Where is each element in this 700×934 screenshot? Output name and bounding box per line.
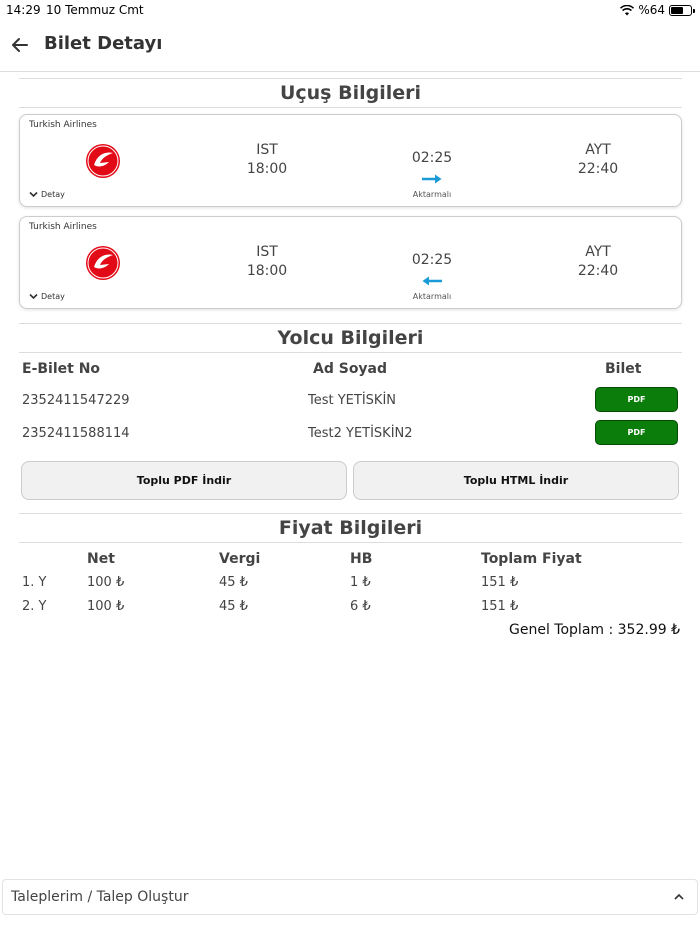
status-time: 14:29 (6, 3, 41, 17)
flight-card[interactable]: Turkish Airlines IST 18:00 02:25 Aktarma… (19, 114, 682, 207)
transfer-label: Aktarmalı (412, 190, 452, 199)
name-header: Ad Soyad (313, 361, 388, 377)
price-row-label: 1. Y (22, 575, 47, 590)
airline-name: Turkish Airlines (29, 222, 97, 232)
requests-label: Taleplerim / Talep Oluştur (11, 889, 189, 905)
pdf-download-button[interactable]: PDF (595, 420, 678, 445)
airline-name: Turkish Airlines (29, 120, 97, 130)
hb-price: 1 ₺ (350, 575, 371, 590)
flight-duration: 02:25 (411, 150, 453, 166)
page-title: Bilet Detayı (44, 33, 163, 54)
total-price: 151 ₺ (481, 575, 519, 590)
detail-label: Detay (41, 190, 65, 199)
tax-price: 45 ₺ (219, 599, 248, 614)
departure-code: IST (256, 142, 278, 158)
departure-time: 18:00 (246, 161, 288, 177)
passenger-name: Test2 YETİSKİN2 (308, 426, 413, 441)
passenger-name: Test YETİSKİN (308, 393, 396, 408)
turkish-airlines-logo-icon (86, 246, 120, 280)
passenger-section-title: Yolcu Bilgileri (19, 323, 682, 353)
turkish-airlines-logo-icon (86, 144, 120, 178)
ticket-number: 2352411588114 (22, 426, 130, 441)
ticket-no-header: E-Bilet No (22, 361, 101, 377)
arrival-time: 22:40 (577, 161, 619, 177)
grand-total: Genel Toplam : 352.99 ₺ (509, 622, 680, 638)
pdf-download-button[interactable]: PDF (595, 387, 678, 412)
departure-time: 18:00 (246, 263, 288, 279)
wifi-icon (620, 4, 635, 15)
nav-bar: Bilet Detayı (0, 22, 700, 72)
net-price: 100 ₺ (87, 599, 125, 614)
arrival-time: 22:40 (577, 263, 619, 279)
battery-icon (669, 4, 695, 16)
arrival-code: AYT (585, 142, 611, 158)
bulk-pdf-download-button[interactable]: Toplu PDF İndir (21, 461, 347, 500)
price-section-title: Fiyat Bilgileri (19, 513, 682, 543)
chevron-down-icon (29, 293, 38, 300)
detail-label: Detay (41, 292, 65, 301)
flight-card[interactable]: Turkish Airlines IST 18:00 02:25 Aktarma… (19, 216, 682, 309)
requests-panel-toggle[interactable]: Taleplerim / Talep Oluştur (2, 879, 698, 915)
chevron-up-icon (674, 893, 684, 900)
hb-header: HB (350, 551, 373, 567)
chevron-down-icon (29, 191, 38, 198)
net-price: 100 ₺ (87, 575, 125, 590)
transfer-label: Aktarmalı (412, 292, 452, 301)
status-right: %64 (620, 3, 695, 17)
right-arrow-icon (422, 174, 442, 184)
flight-section-title: Uçuş Bilgileri (19, 78, 682, 108)
status-date: 10 Temmuz Cmt (46, 3, 144, 17)
arrival-code: AYT (585, 244, 611, 260)
ticket-header: Bilet (605, 361, 642, 377)
net-header: Net (87, 551, 115, 567)
hb-price: 6 ₺ (350, 599, 371, 614)
price-row-label: 2. Y (22, 599, 47, 614)
detail-toggle[interactable]: Detay (29, 190, 65, 199)
back-arrow-icon[interactable] (10, 35, 30, 55)
total-price: 151 ₺ (481, 599, 519, 614)
tax-header: Vergi (219, 551, 261, 567)
left-arrow-icon (422, 276, 442, 286)
ticket-number: 2352411547229 (22, 393, 130, 408)
detail-toggle[interactable]: Detay (29, 292, 65, 301)
departure-code: IST (256, 244, 278, 260)
battery-percent: %64 (638, 3, 665, 17)
total-price-header: Toplam Fiyat (481, 551, 582, 567)
flight-duration: 02:25 (411, 252, 453, 268)
status-bar: 14:29 10 Temmuz Cmt %64 (0, 0, 700, 20)
tax-price: 45 ₺ (219, 575, 248, 590)
bulk-html-download-button[interactable]: Toplu HTML İndir (353, 461, 679, 500)
